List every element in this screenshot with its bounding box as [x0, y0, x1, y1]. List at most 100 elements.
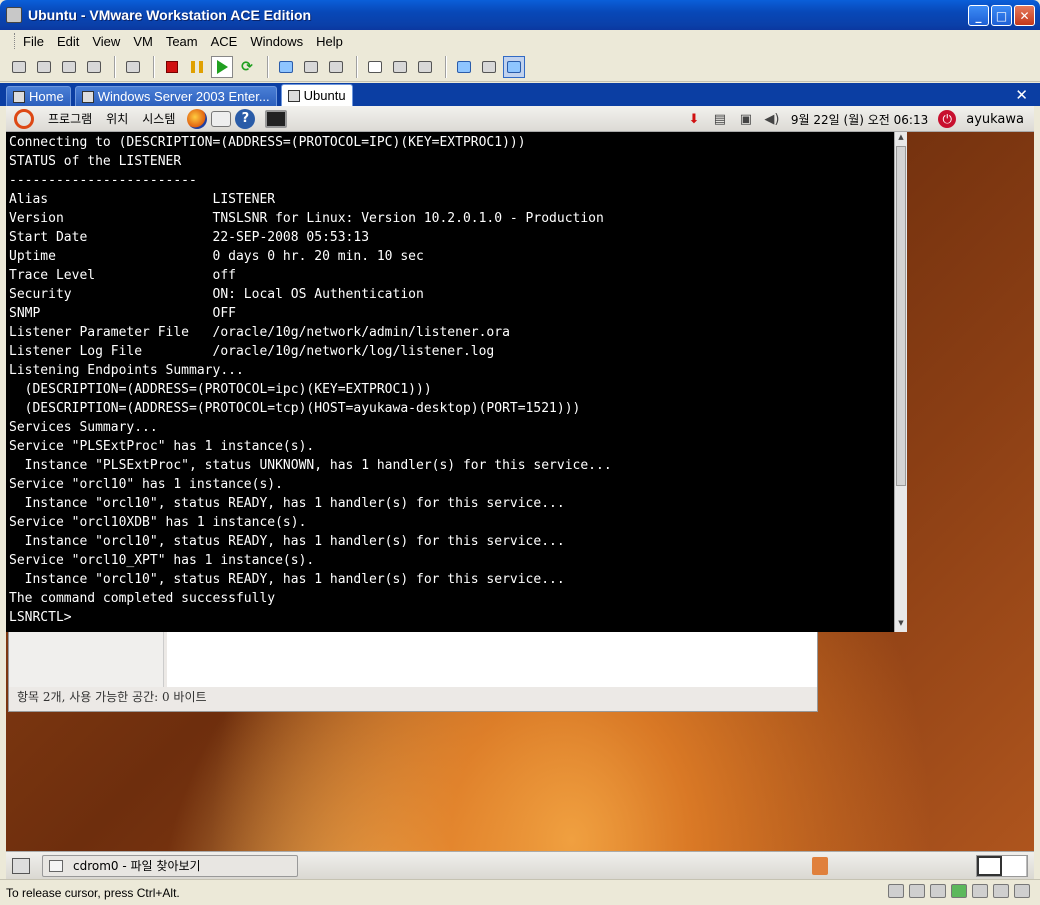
update-notifier-icon[interactable]: ⬇	[685, 111, 703, 127]
terminal-line: Listening Endpoints Summary...	[9, 363, 244, 378]
toolbar-separator	[267, 55, 269, 78]
clock[interactable]: 9월 22일 (월) 오전 06:13	[791, 111, 928, 128]
team-icon-2[interactable]	[33, 56, 55, 78]
terminal-line: Instance "orcl10", status READY, has 1 h…	[9, 496, 565, 511]
tab-ubuntu[interactable]: Ubuntu	[280, 84, 353, 106]
sound-device-icon[interactable]	[993, 884, 1009, 898]
terminal-line: Uptime 0 days 0 hr. 20 min. 10 sec	[9, 249, 424, 264]
usb-device-icon[interactable]	[972, 884, 988, 898]
snapshot-icon[interactable]	[275, 56, 297, 78]
title-bar: Ubuntu - VMware Workstation ACE Edition …	[0, 0, 1040, 30]
terminal-line: Version TNSLSNR for Linux: Version 10.2.…	[9, 211, 604, 226]
terminal-line: Alias LISTENER	[9, 192, 276, 207]
terminal-line: (DESCRIPTION=(ADDRESS=(PROTOCOL=tcp)(HOS…	[9, 401, 581, 416]
toolbar-separator	[356, 55, 358, 78]
toolbar-separator	[114, 55, 116, 78]
network-adapter-icon[interactable]	[951, 884, 967, 898]
printer-icon[interactable]: ▤	[711, 111, 729, 127]
menu-system[interactable]: 시스템	[142, 110, 175, 127]
power-on-icon[interactable]	[211, 55, 233, 78]
terminal-line: Trace Level off	[9, 268, 236, 283]
toolbar: ⟳	[0, 52, 1040, 82]
vmware-app-icon[interactable]	[6, 7, 22, 23]
terminal-output[interactable]: Connecting to (DESCRIPTION=(ADDRESS=(PRO…	[9, 133, 889, 627]
close-button[interactable]: ✕	[1014, 5, 1035, 26]
team-icon-1[interactable]	[8, 56, 30, 78]
menu-places[interactable]: 위치	[106, 110, 128, 127]
menu-ace[interactable]: ACE	[211, 34, 238, 49]
power-off-icon[interactable]	[161, 56, 183, 78]
system-tray: ⬇ ▤ ▣ ◀) 9월 22일 (월) 오전 06:13 ⏻ ayukawa	[677, 106, 1028, 132]
menu-windows[interactable]: Windows	[250, 34, 303, 49]
console-view-icon[interactable]	[503, 55, 525, 78]
power-icon[interactable]: ⏻	[938, 110, 957, 128]
taskbar-item-cdrom[interactable]: cdrom0 - 파일 찾아보기	[42, 854, 298, 877]
terminal-line: Service "orcl10XDB" has 1 instance(s).	[9, 515, 307, 530]
menu-bar: File Edit View VM Team ACE Windows Help	[0, 30, 1040, 52]
network-icon[interactable]: ▣	[737, 111, 755, 127]
floppy-icon[interactable]	[930, 884, 946, 898]
firefox-icon[interactable]	[187, 108, 208, 129]
terminal-line: The command completed successfully	[9, 591, 276, 606]
terminal-line: ------------------------	[9, 173, 197, 188]
terminal-line: Security ON: Local OS Authentication	[9, 287, 424, 302]
terminal-line: (DESCRIPTION=(ADDRESS=(PROTOCOL=ipc)(KEY…	[9, 382, 432, 397]
menu-file[interactable]: File	[23, 34, 44, 49]
workspace-1[interactable]	[977, 856, 1003, 876]
messages-icon[interactable]	[1014, 884, 1030, 898]
terminal-launcher-icon[interactable]	[265, 109, 288, 128]
gnome-top-panel: 프로그램 위치 시스템 ? ⬇ ▤ ▣ ◀) 9월 22일 (월) 오전 06:…	[6, 106, 1034, 132]
hard-disk-icon[interactable]	[909, 884, 925, 898]
guest-desktop[interactable]: 프로그램 위치 시스템 ? ⬇ ▤ ▣ ◀) 9월 22일 (월) 오전 06:…	[6, 106, 1034, 879]
user-name[interactable]: ayukawa	[966, 112, 1024, 127]
trash-icon[interactable]	[812, 857, 828, 875]
mail-icon[interactable]	[211, 110, 232, 127]
show-desktop-icon[interactable]	[12, 857, 30, 874]
gnome-bottom-panel: cdrom0 - 파일 찾아보기	[6, 851, 1034, 879]
host-status-bar: To release cursor, press Ctrl+Alt.	[0, 879, 1040, 905]
menu-vm[interactable]: VM	[133, 34, 153, 49]
vm-tab-bar: Home Windows Server 2003 Enter... Ubuntu…	[0, 83, 1040, 106]
help-icon[interactable]: ?	[235, 108, 256, 129]
menu-help[interactable]: Help	[316, 34, 343, 49]
maximize-button[interactable]: □	[991, 5, 1012, 26]
toolbar-separator	[153, 55, 155, 78]
tab-windows-server[interactable]: Windows Server 2003 Enter...	[74, 86, 277, 106]
appliance-view-icon[interactable]	[478, 56, 500, 78]
tab-home[interactable]: Home	[6, 86, 71, 106]
workspace-2[interactable]	[1002, 856, 1027, 876]
terminal-window[interactable]: Connecting to (DESCRIPTION=(ADDRESS=(PRO…	[6, 132, 907, 632]
menu-applications[interactable]: 프로그램	[48, 110, 92, 127]
terminal-line: Listener Parameter File /oracle/10g/netw…	[9, 325, 510, 340]
summary-view-icon[interactable]	[453, 56, 475, 78]
snapshot-manager-icon[interactable]	[325, 56, 347, 78]
toolbar-separator	[445, 55, 447, 78]
home-icon	[13, 90, 25, 103]
device-icons	[883, 884, 1030, 898]
sidebar-toggle-icon[interactable]	[364, 56, 386, 78]
scroll-down-arrow[interactable]: ▼	[896, 619, 906, 631]
minimize-button[interactable]: _	[968, 5, 989, 26]
cdrom-device-icon[interactable]	[888, 884, 904, 898]
reset-icon[interactable]: ⟳	[236, 56, 258, 78]
file-manager-icon	[49, 859, 63, 872]
full-screen-icon[interactable]	[389, 56, 411, 78]
menu-edit[interactable]: Edit	[57, 34, 79, 49]
scrollbar-thumb[interactable]	[896, 146, 906, 486]
vm-settings-icon[interactable]	[122, 56, 144, 78]
revert-snapshot-icon[interactable]	[300, 56, 322, 78]
terminal-line: Instance "orcl10", status READY, has 1 h…	[9, 572, 565, 587]
team-icon-4[interactable]	[83, 56, 105, 78]
menu-view[interactable]: View	[92, 34, 120, 49]
team-icon-3[interactable]	[58, 56, 80, 78]
close-tab-icon[interactable]: ✕	[1015, 86, 1028, 104]
scroll-up-arrow[interactable]: ▲	[896, 133, 906, 145]
volume-icon[interactable]: ◀)	[763, 111, 781, 127]
terminal-line: SNMP OFF	[9, 306, 236, 321]
suspend-icon[interactable]	[186, 56, 208, 78]
menu-team[interactable]: Team	[166, 34, 198, 49]
quick-switch-icon[interactable]	[414, 56, 436, 78]
workspace-switcher[interactable]	[976, 855, 1028, 877]
window-title: Ubuntu - VMware Workstation ACE Edition	[28, 7, 312, 23]
terminal-scrollbar[interactable]: ▲ ▼	[894, 132, 907, 632]
